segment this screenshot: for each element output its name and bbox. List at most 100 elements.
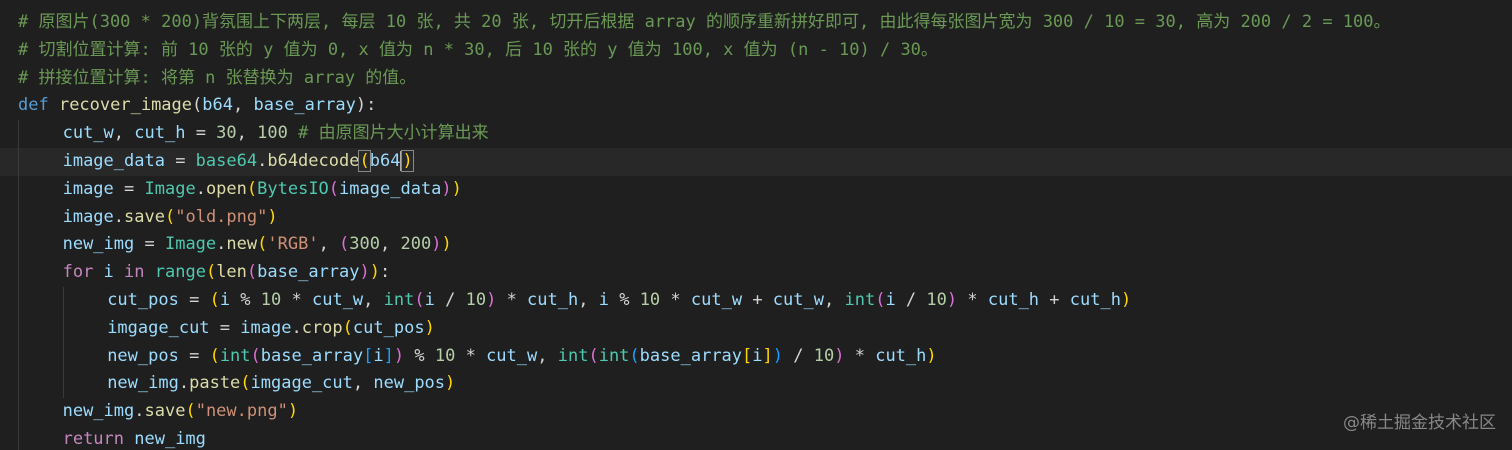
code-token-number: 10	[260, 289, 282, 310]
code-token-builtin: int	[844, 289, 876, 310]
code-token-number: 10	[926, 289, 947, 310]
code-token-plain: .	[216, 234, 227, 255]
code-token-variable: imgage_cut	[107, 317, 210, 338]
indent-guide	[62, 314, 64, 343]
code-token-bracket2: (	[342, 317, 353, 338]
code-token-plain: ,	[823, 289, 845, 310]
code-line[interactable]: return new_img	[18, 425, 1512, 450]
code-token-variable: b64	[369, 150, 401, 171]
code-token-bracket: (	[588, 345, 599, 366]
code-token-number: 10	[465, 289, 487, 310]
code-token-plain: .	[113, 206, 125, 227]
code-line[interactable]: # 拼接位置计算: 将第 n 张替换为 array 的值。	[18, 65, 1512, 93]
indent-guide	[18, 231, 19, 260]
code-token-plain: ,	[537, 345, 558, 366]
code-token-plain: *	[844, 345, 876, 366]
code-token-bracket3: [	[363, 345, 374, 366]
code-token-number: 30	[216, 123, 237, 144]
indent-guide	[18, 259, 19, 287]
code-token-bracket2: )	[451, 178, 462, 199]
code-token-plain: ):	[355, 95, 377, 116]
code-token-plain: ,	[232, 95, 254, 116]
code-token-bracket2: (	[185, 401, 196, 422]
code-token-plain: ,	[113, 123, 135, 144]
indent-guide	[18, 175, 19, 204]
code-token-plain: %	[404, 345, 435, 366]
code-token-variable: new_img	[134, 428, 206, 449]
code-line[interactable]: cut_pos = (i % 10 * cut_w, int(i / 10) *…	[18, 286, 1512, 315]
code-token-plain: =	[178, 345, 210, 366]
code-token-bracket: (	[250, 345, 261, 366]
indent-guide	[18, 425, 19, 450]
code-token-plain: :	[380, 262, 391, 283]
code-token-variable: cut_w	[62, 123, 114, 144]
code-line[interactable]: # 原图片(300 * 200)背氛围上下两层, 每层 10 张, 共 20 张…	[18, 9, 1512, 37]
code-token-function: save	[124, 206, 165, 227]
code-editor[interactable]: # 原图片(300 * 200)背氛围上下两层, 每层 10 张, 共 20 张…	[0, 0, 1512, 450]
indent-guide	[62, 370, 64, 399]
code-line[interactable]: cut_w, cut_h = 30, 100 # 由原图片大小计算出来	[18, 120, 1512, 148]
code-token-builtin: int	[383, 289, 415, 310]
code-token-plain: /	[783, 345, 814, 366]
code-token-variable: new_img	[62, 401, 135, 422]
code-token-function: paste	[189, 373, 241, 394]
code-line[interactable]: image_data = base64.b64decode(b64)	[0, 147, 1512, 176]
code-token-variable: base_array	[639, 345, 743, 366]
code-line[interactable]: image.save("old.png")	[18, 203, 1512, 232]
code-token-variable: cut_h	[134, 123, 186, 144]
code-token-plain: .	[195, 178, 206, 199]
code-token-bracket2: )	[445, 373, 456, 394]
code-token-class: BytesIO	[257, 178, 329, 199]
code-token-bracket: )	[486, 289, 497, 310]
code-token-bracket3: ]	[383, 345, 394, 366]
code-line[interactable]: new_pos = (int(base_array[i]) % 10 * cut…	[18, 342, 1512, 371]
code-token-bracket3: )	[772, 345, 784, 366]
code-token-plain: ,	[236, 123, 258, 144]
code-line[interactable]: new_img.save("new.png")	[18, 398, 1512, 426]
code-token-plain: *	[496, 289, 528, 310]
code-token-bracket2: (	[164, 206, 176, 227]
code-token-bracket-match: (	[358, 149, 371, 172]
code-token-function: crop	[301, 317, 343, 338]
code-token-plain: =	[134, 234, 165, 255]
code-token-class: Image	[164, 234, 217, 255]
code-line[interactable]: imgage_cut = image.crop(cut_pos)	[18, 314, 1512, 343]
code-token-plain: .	[257, 150, 268, 171]
code-token-bracket2: ]	[762, 345, 773, 366]
code-token-plain: %	[230, 289, 261, 310]
code-token-builtin: int	[598, 345, 630, 366]
code-lines[interactable]: # 原图片(300 * 200)背氛围上下两层, 每层 10 张, 共 20 张…	[0, 9, 1512, 450]
indent-guide	[18, 203, 19, 232]
code-token-bracket2: (	[209, 289, 220, 310]
code-token-string: "old.png"	[175, 206, 268, 227]
code-token-function: b64decode	[267, 150, 360, 171]
code-token-plain: .	[291, 317, 302, 338]
code-token-variable: cut_pos	[352, 317, 425, 338]
code-token-bracket: (	[339, 234, 350, 255]
code-token-control: for	[62, 262, 104, 283]
code-line[interactable]: for i in range(len(base_array)):	[18, 259, 1512, 287]
code-token-plain: (	[192, 95, 203, 116]
code-token-variable: i	[752, 345, 763, 366]
indent-guide	[62, 342, 64, 371]
code-token-comment: # 原图片(300 * 200)背氛围上下两层, 每层 10 张, 共 20 张…	[18, 12, 1391, 32]
code-line[interactable]: image = Image.open(BytesIO(image_data))	[18, 175, 1512, 204]
code-token-variable: new_img	[62, 234, 135, 255]
code-line[interactable]: new_img.paste(imgage_cut, new_pos)	[18, 370, 1512, 399]
code-token-plain: =	[209, 317, 241, 338]
code-token-param: base_array	[253, 95, 356, 116]
code-line[interactable]: # 切割位置计算: 前 10 张的 y 值为 0, x 值为 n * 30, 后…	[18, 37, 1512, 65]
code-token-variable: cut_w	[311, 289, 364, 310]
code-token-variable: base_array	[260, 345, 364, 366]
code-token-variable: image	[240, 317, 292, 338]
code-token-builtin: int	[557, 345, 589, 366]
code-token-plain: =	[164, 150, 196, 171]
code-token-keyword: def	[18, 95, 59, 116]
indent-guide	[18, 120, 19, 148]
code-line[interactable]: new_img = Image.new('RGB', (300, 200))	[18, 231, 1512, 260]
code-token-number: 10	[434, 345, 456, 366]
code-token-variable: i	[219, 289, 231, 310]
code-token-function: new	[226, 234, 258, 255]
code-token-plain: ,	[380, 234, 401, 255]
code-line[interactable]: def recover_image(b64, base_array):	[18, 92, 1512, 120]
